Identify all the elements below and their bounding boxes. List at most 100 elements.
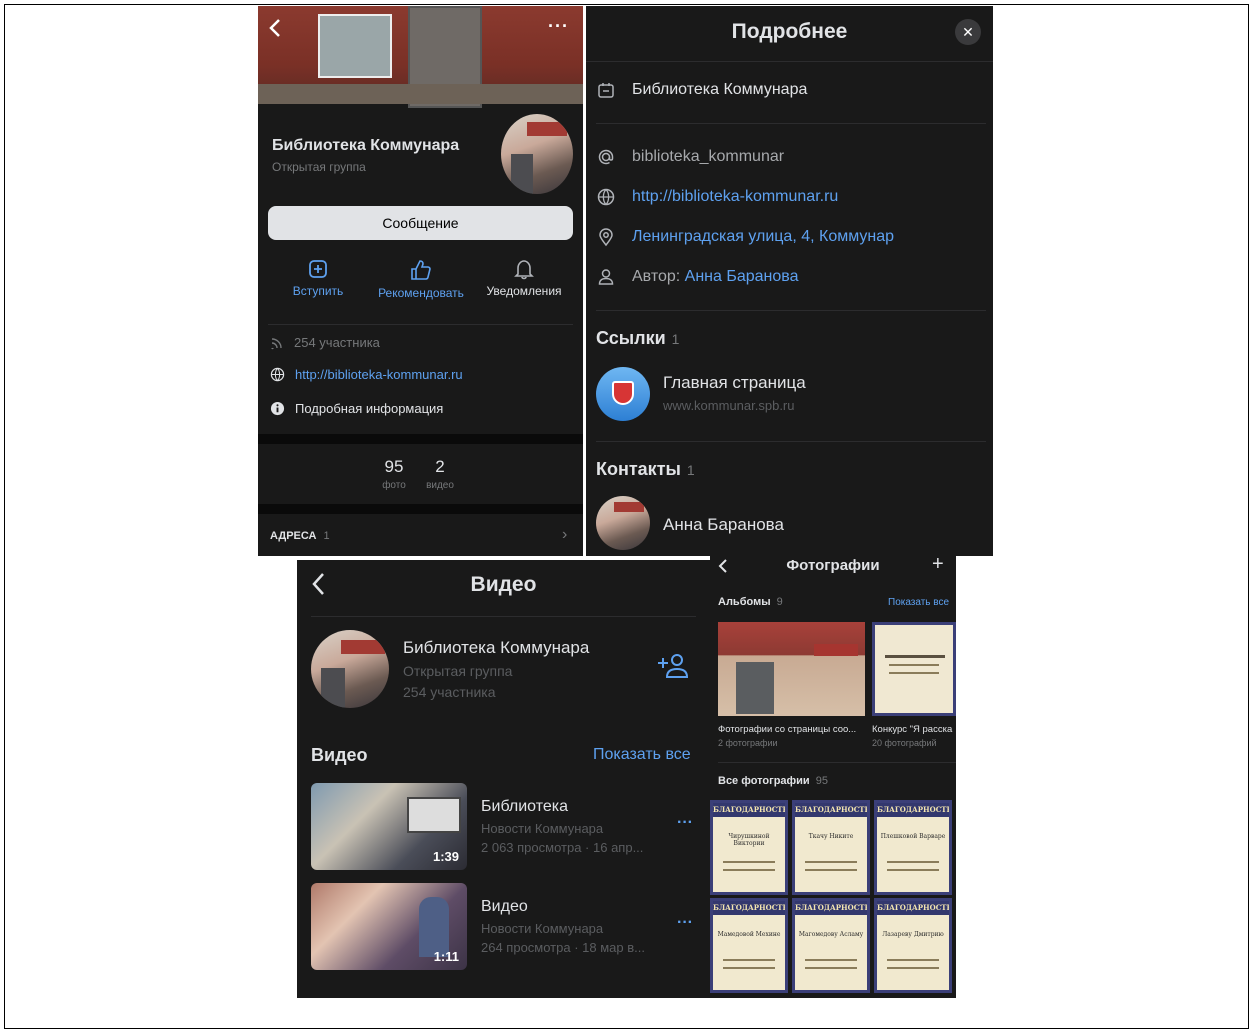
members-count: 254 участника	[294, 335, 380, 350]
add-user-button[interactable]	[657, 652, 689, 685]
contact-avatar[interactable]	[596, 496, 650, 550]
url-row[interactable]: http://biblioteka-kommunar.ru	[596, 187, 838, 207]
members-row[interactable]: 254 участника	[270, 335, 380, 350]
plus-square-icon	[309, 260, 327, 278]
recommend-button[interactable]: Рекомендовать	[371, 258, 471, 300]
address-link[interactable]: Ленинградская улица, 4, Коммунар	[632, 228, 894, 246]
website-row[interactable]: http://biblioteka-kommunar.ru	[270, 367, 463, 382]
back-icon[interactable]	[268, 18, 282, 43]
group-name-row: Библиотека Коммунара	[596, 80, 807, 100]
details-title: Подробнее	[731, 20, 848, 43]
photos-counter[interactable]: 95 фото	[380, 457, 408, 491]
video-show-all-link[interactable]: Показать все	[593, 746, 691, 764]
addresses-label: АДРЕСА	[270, 530, 317, 542]
video-duration: 1:11	[433, 949, 459, 964]
videos-counter[interactable]: 2 видео	[423, 457, 457, 491]
details-row[interactable]: Подробная информация	[270, 401, 443, 416]
photo-thumbnail[interactable]: БЛАГОДАРНОСТЬ Чирушкиной Виктории	[710, 800, 788, 895]
cert-name: Плешковой Варваре	[880, 833, 946, 840]
video-group-type: Открытая группа	[403, 663, 513, 679]
contacts-title: Контакты	[596, 459, 681, 479]
add-user-icon	[658, 654, 689, 678]
group-avatar[interactable]	[501, 114, 573, 194]
join-label: Вступить	[292, 284, 344, 298]
screen-name-row: biblioteka_kommunar	[596, 147, 784, 167]
notifications-button[interactable]: Уведомления	[474, 258, 574, 298]
photos-count: 95	[384, 457, 404, 476]
all-photos-header: Все фотографии 95	[718, 775, 828, 787]
videos-count: 2	[435, 457, 445, 476]
info-icon	[270, 401, 285, 416]
video-duration: 1:39	[432, 849, 459, 864]
addresses-row[interactable]: АДРЕСА 1	[270, 530, 330, 542]
album-cover[interactable]	[872, 622, 956, 716]
album-cover[interactable]	[718, 622, 865, 716]
video-group-name[interactable]: Библиотека Коммунара	[403, 638, 589, 658]
cert-header: БЛАГОДАРНОСТЬ	[795, 803, 867, 817]
video-section-title: Видео	[311, 745, 368, 765]
more-icon[interactable]: ···	[548, 16, 569, 37]
user-icon	[598, 269, 614, 285]
bell-icon	[514, 260, 534, 280]
video-thumbnail[interactable]: 1:39	[311, 783, 467, 870]
photo-thumbnail[interactable]: БЛАГОДАРНОСТЬ Лазареву Дмитрию	[874, 898, 952, 993]
at-icon	[598, 149, 614, 165]
addresses-count: 1	[323, 530, 330, 542]
group-type: Открытая группа	[272, 160, 366, 174]
albums-count: 9	[776, 596, 783, 608]
rss-icon	[271, 337, 282, 349]
group-page-panel: ··· Библиотека Коммунара Открытая группа…	[258, 6, 583, 556]
link-url: www.kommunar.spb.ru	[663, 398, 795, 413]
details-panel: Подробнее ✕ Библиотека Коммунара bibliot…	[586, 6, 993, 556]
photo-thumbnail[interactable]: БЛАГОДАРНОСТЬ Магомедову Асламу	[792, 898, 870, 993]
photo-thumbnail[interactable]: БЛАГОДАРНОСТЬ Плешковой Варваре	[874, 800, 952, 895]
video-more-icon[interactable]: ···	[677, 814, 693, 832]
video-thumbnail[interactable]: 1:11	[311, 883, 467, 970]
all-photos-count: 95	[815, 775, 829, 787]
join-button[interactable]: Вступить	[268, 258, 368, 298]
video-group-members: 254 участника	[403, 684, 496, 700]
videos-label: видео	[426, 480, 454, 491]
links-title: Ссылки	[596, 328, 666, 348]
photos-label: фото	[382, 480, 406, 491]
video-channel: Новости Коммунара	[481, 821, 604, 836]
details-link[interactable]: Подробная информация	[295, 401, 443, 416]
cert-header: БЛАГОДАРНОСТЬ	[713, 803, 785, 817]
globe-icon	[270, 367, 285, 382]
video-title[interactable]: Библиотека	[481, 798, 568, 816]
chevron-right-icon: ›	[562, 526, 568, 543]
albums-show-all-link[interactable]: Показать все	[888, 597, 949, 608]
video-title[interactable]: Видео	[481, 898, 528, 916]
author-link[interactable]: Анна Баранова	[685, 268, 799, 285]
close-button[interactable]: ✕	[955, 19, 981, 45]
details-group-name: Библиотека Коммунара	[632, 81, 808, 98]
cert-name: Лазареву Дмитрию	[882, 931, 944, 938]
cert-name: Ткачу Никите	[808, 833, 854, 840]
cover-photo	[258, 6, 583, 108]
cert-name: Чирушкиной Виктории	[728, 833, 770, 847]
links-section-title: Ссылки 1	[596, 328, 679, 349]
cert-name: Мамедовой Мехине	[717, 931, 781, 938]
video-channel: Новости Коммунара	[481, 921, 604, 936]
video-page-title: Видео	[470, 573, 537, 596]
cert-name: Магомедову Асламу	[798, 931, 864, 938]
album-count: 2 фотографии	[718, 738, 778, 748]
add-photo-button[interactable]: +	[932, 553, 944, 576]
album-name: Фотографии со страницы соо...	[718, 724, 857, 735]
link-icon-thumb[interactable]	[596, 367, 650, 421]
notifications-label: Уведомления	[486, 284, 562, 298]
shield-logo-icon	[612, 381, 634, 405]
details-url[interactable]: http://biblioteka-kommunar.ru	[632, 188, 838, 206]
link-name[interactable]: Главная страница	[663, 373, 806, 393]
video-group-avatar[interactable]	[311, 630, 389, 708]
albums-label: Альбомы	[718, 596, 771, 608]
video-more-icon[interactable]: ···	[677, 914, 693, 932]
address-row[interactable]: Ленинградская улица, 4, Коммунар	[596, 227, 894, 247]
contact-name[interactable]: Анна Баранова	[663, 515, 784, 535]
video-meta: 2 063 просмотра · 16 апр...	[481, 840, 644, 855]
photo-thumbnail[interactable]: БЛАГОДАРНОСТЬ Мамедовой Мехине	[710, 898, 788, 993]
message-button[interactable]: Сообщение	[268, 206, 573, 240]
website-link[interactable]: http://biblioteka-kommunar.ru	[295, 367, 463, 382]
photo-thumbnail[interactable]: БЛАГОДАРНОСТЬ Ткачу Никите	[792, 800, 870, 895]
author-row: Автор: Анна Баранова	[596, 267, 799, 287]
